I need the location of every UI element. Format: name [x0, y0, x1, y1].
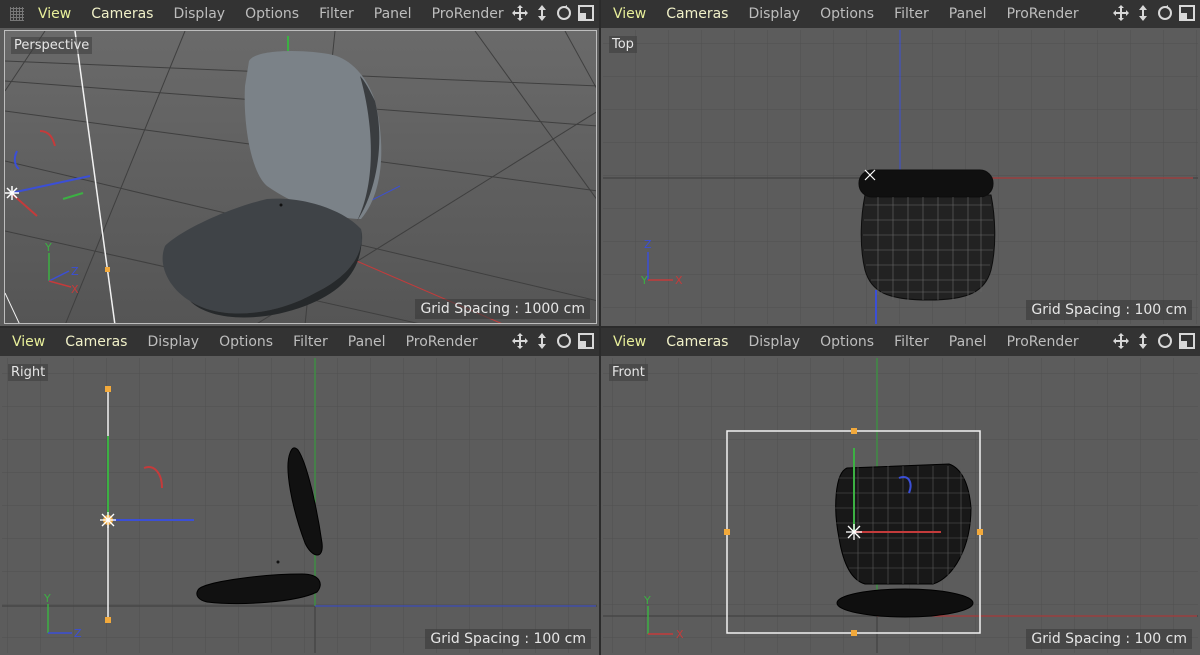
grid-spacing-label: Grid Spacing : 100 cm: [1026, 300, 1192, 320]
menu-panel[interactable]: Panel: [374, 6, 412, 22]
axis-label-y: Y: [44, 241, 52, 254]
viewport-label: Top: [609, 36, 637, 53]
dolly-icon[interactable]: [533, 4, 551, 22]
axis-label-y: Y: [643, 594, 651, 607]
menu-prorender[interactable]: ProRender: [1007, 334, 1079, 350]
rotate-icon[interactable]: [555, 332, 573, 350]
viewport-menubar: View Cameras Display Options Filter Pane…: [601, 0, 1200, 28]
rotate-icon[interactable]: [1156, 4, 1174, 22]
axis-label-z: Z: [71, 265, 79, 278]
menu-view[interactable]: View: [12, 334, 45, 350]
menu-display[interactable]: Display: [748, 6, 800, 22]
menu-cameras[interactable]: Cameras: [666, 6, 728, 22]
move-icon[interactable]: [1112, 4, 1130, 22]
menu-display[interactable]: Display: [173, 6, 225, 22]
viewport-label: Perspective: [11, 37, 93, 54]
dolly-icon[interactable]: [1134, 4, 1152, 22]
grid-spacing-label: Grid Spacing : 1000 cm: [415, 299, 590, 319]
menu-prorender[interactable]: ProRender: [432, 6, 504, 22]
menu-cameras[interactable]: Cameras: [65, 334, 127, 350]
axis-label-y: Y: [640, 274, 648, 287]
rotate-icon[interactable]: [555, 4, 573, 22]
viewport-front[interactable]: View Cameras Display Options Filter Pane…: [601, 328, 1200, 655]
grid-spacing-label: Grid Spacing : 100 cm: [425, 629, 591, 649]
axis-label-z: Z: [644, 238, 652, 251]
menu-filter[interactable]: Filter: [319, 6, 354, 22]
grid-spacing-label: Grid Spacing : 100 cm: [1026, 629, 1192, 649]
menu-cameras[interactable]: Cameras: [666, 334, 728, 350]
viewport-menubar: View Cameras Display Options Filter Pane…: [601, 328, 1200, 356]
menu-options[interactable]: Options: [245, 6, 299, 22]
viewport-perspective[interactable]: View Cameras Display Options Filter Pane…: [0, 0, 599, 326]
axis-label-x: X: [676, 628, 684, 641]
grip-icon[interactable]: [10, 7, 24, 21]
rotate-icon[interactable]: [1156, 332, 1174, 350]
menu-options[interactable]: Options: [820, 334, 874, 350]
navigation-icons: [1112, 332, 1196, 350]
axis-label-x: X: [675, 274, 683, 287]
top-canvas[interactable]: Z Y X Top Grid Spacing : 100 cm: [603, 30, 1198, 324]
right-canvas[interactable]: Y Z Right Grid Spacing : 100 cm: [2, 358, 597, 653]
viewport-top[interactable]: View Cameras Display Options Filter Pane…: [601, 0, 1200, 326]
menu-filter[interactable]: Filter: [894, 334, 929, 350]
perspective-canvas[interactable]: Y Z X Perspective Grid Spacing : 1000 cm: [4, 30, 597, 324]
navigation-icons: [511, 332, 595, 350]
menu-filter[interactable]: Filter: [894, 6, 929, 22]
menu-options[interactable]: Options: [219, 334, 273, 350]
menu-prorender[interactable]: ProRender: [1007, 6, 1079, 22]
menu-cameras[interactable]: Cameras: [91, 6, 153, 22]
axis-label-x: X: [71, 283, 79, 296]
move-icon[interactable]: [1112, 332, 1130, 350]
menu-view[interactable]: View: [38, 6, 71, 22]
viewport-label: Front: [609, 364, 648, 381]
menu-options[interactable]: Options: [820, 6, 874, 22]
menu-display[interactable]: Display: [748, 334, 800, 350]
axis-label-y: Y: [43, 592, 51, 605]
viewport-menubar: View Cameras Display Options Filter Pane…: [0, 0, 599, 28]
viewport-menubar: View Cameras Display Options Filter Pane…: [0, 328, 599, 356]
viewport-right[interactable]: View Cameras Display Options Filter Pane…: [0, 328, 599, 655]
menu-display[interactable]: Display: [147, 334, 199, 350]
dolly-icon[interactable]: [1134, 332, 1152, 350]
maximize-icon[interactable]: [577, 4, 595, 22]
axis-label-z: Z: [74, 627, 82, 640]
move-icon[interactable]: [511, 4, 529, 22]
menu-view[interactable]: View: [613, 6, 646, 22]
dolly-icon[interactable]: [533, 332, 551, 350]
move-icon[interactable]: [511, 332, 529, 350]
maximize-icon[interactable]: [1178, 332, 1196, 350]
menu-prorender[interactable]: ProRender: [406, 334, 478, 350]
maximize-icon[interactable]: [577, 332, 595, 350]
menu-panel[interactable]: Panel: [348, 334, 386, 350]
front-canvas[interactable]: Y X Front Grid Spacing : 100 cm: [603, 358, 1198, 653]
viewport-label: Right: [8, 364, 49, 381]
menu-view[interactable]: View: [613, 334, 646, 350]
navigation-icons: [1112, 4, 1196, 22]
menu-filter[interactable]: Filter: [293, 334, 328, 350]
maximize-icon[interactable]: [1178, 4, 1196, 22]
navigation-icons: [511, 4, 595, 22]
menu-panel[interactable]: Panel: [949, 334, 987, 350]
menu-panel[interactable]: Panel: [949, 6, 987, 22]
